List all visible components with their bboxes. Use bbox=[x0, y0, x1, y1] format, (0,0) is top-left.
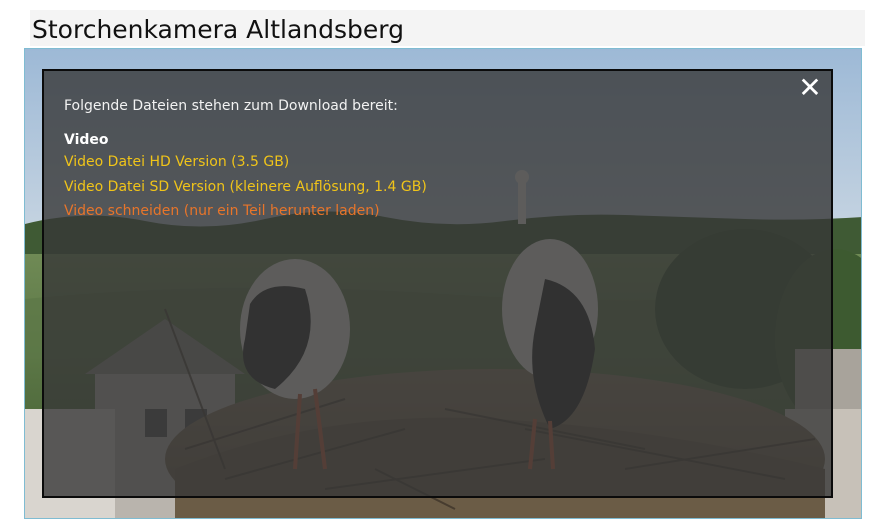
video-hd-download-link[interactable]: Video Datei HD Version (3.5 GB) bbox=[64, 153, 289, 171]
page: Storchenkamera Altlandsberg ✕ Folgende D… bbox=[0, 0, 871, 531]
page-title: Storchenkamera Altlandsberg bbox=[30, 10, 865, 46]
video-cut-link[interactable]: Video schneiden (nur ein Teil herunter l… bbox=[64, 202, 380, 220]
video-player[interactable]: ✕ Folgende Dateien stehen zum Download b… bbox=[24, 48, 862, 519]
video-sd-download-link[interactable]: Video Datei SD Version (kleinere Auflösu… bbox=[64, 178, 427, 196]
download-intro-text: Folgende Dateien stehen zum Download ber… bbox=[64, 98, 398, 114]
video-section-title: Video bbox=[64, 132, 109, 148]
download-dialog: ✕ Folgende Dateien stehen zum Download b… bbox=[42, 69, 833, 498]
close-icon[interactable]: ✕ bbox=[795, 73, 825, 103]
